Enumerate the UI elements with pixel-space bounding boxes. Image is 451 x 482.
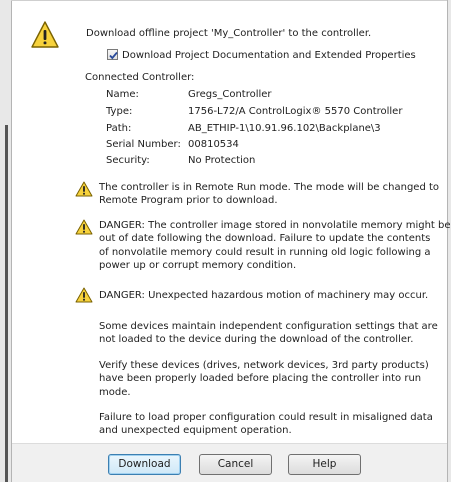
remote-run-warning: The controller is in Remote Run mode. Th…	[99, 181, 439, 208]
warning-line: of nonvolatile memory could result in ru…	[99, 246, 431, 258]
warning-line: Remote Program prior to download.	[99, 195, 278, 207]
window-frame-shadow	[5, 125, 8, 482]
controller-serial-label: Serial Number:	[106, 139, 181, 150]
controller-serial-value: 00810534	[188, 139, 239, 150]
note-line: and unexpected equipment operation.	[99, 425, 292, 437]
note-line: have been properly loaded before placing…	[99, 373, 422, 385]
warning-icon	[75, 181, 93, 197]
note-line: Failure to load proper configuration cou…	[99, 412, 433, 423]
window-frame-top	[11, 0, 447, 1]
verify-note: Verify these devices (drives, network de…	[99, 359, 429, 399]
warning-icon	[31, 21, 59, 48]
note-line: Some devices maintain independent config…	[99, 321, 438, 332]
warning-line: DANGER: Unexpected hazardous motion of m…	[99, 290, 429, 301]
controller-type-value: 1756-L72/A ControlLogix® 5570 Controller	[188, 106, 403, 117]
controller-security-label: Security:	[106, 155, 150, 166]
download-docs-label[interactable]: Download Project Documentation and Exten…	[122, 50, 416, 61]
note-line: not loaded to the device during the down…	[99, 334, 414, 346]
warning-line: The controller is in Remote Run mode. Th…	[99, 182, 440, 193]
download-message: Download offline project 'My_Controller'…	[86, 28, 372, 39]
note-line: mode.	[99, 386, 131, 398]
config-note: Some devices maintain independent config…	[99, 320, 438, 347]
controller-security-value: No Protection	[188, 155, 256, 166]
warning-icon	[75, 219, 93, 235]
hazardous-motion-warning: DANGER: Unexpected hazardous motion of m…	[99, 289, 428, 302]
connected-controller-label: Connected Controller:	[85, 72, 195, 83]
controller-name-label: Name:	[106, 89, 139, 100]
window-frame-left	[0, 0, 12, 482]
nonvolatile-memory-warning: DANGER: The controller image stored in n…	[99, 219, 451, 272]
controller-path-label: Path:	[106, 123, 132, 134]
checkmark-icon	[109, 51, 118, 60]
download-docs-checkbox[interactable]	[107, 49, 118, 60]
download-button[interactable]: Download	[108, 454, 181, 475]
warning-line: out of date following the download. Fail…	[99, 233, 431, 245]
controller-path-value: AB_ETHIP-1\10.91.96.102\Backplane\3	[188, 123, 381, 134]
controller-name-value: Gregs_Controller	[188, 89, 272, 100]
controller-type-label: Type:	[106, 106, 133, 117]
warning-line: DANGER: The controller image stored in n…	[99, 220, 451, 231]
warning-line: power up or corrupt memory condition.	[99, 259, 297, 271]
failure-note: Failure to load proper configuration cou…	[99, 411, 433, 438]
note-line: Verify these devices (drives, network de…	[99, 360, 429, 371]
warning-icon	[75, 287, 93, 303]
help-button[interactable]: Help	[288, 454, 361, 475]
cancel-button[interactable]: Cancel	[199, 454, 272, 475]
